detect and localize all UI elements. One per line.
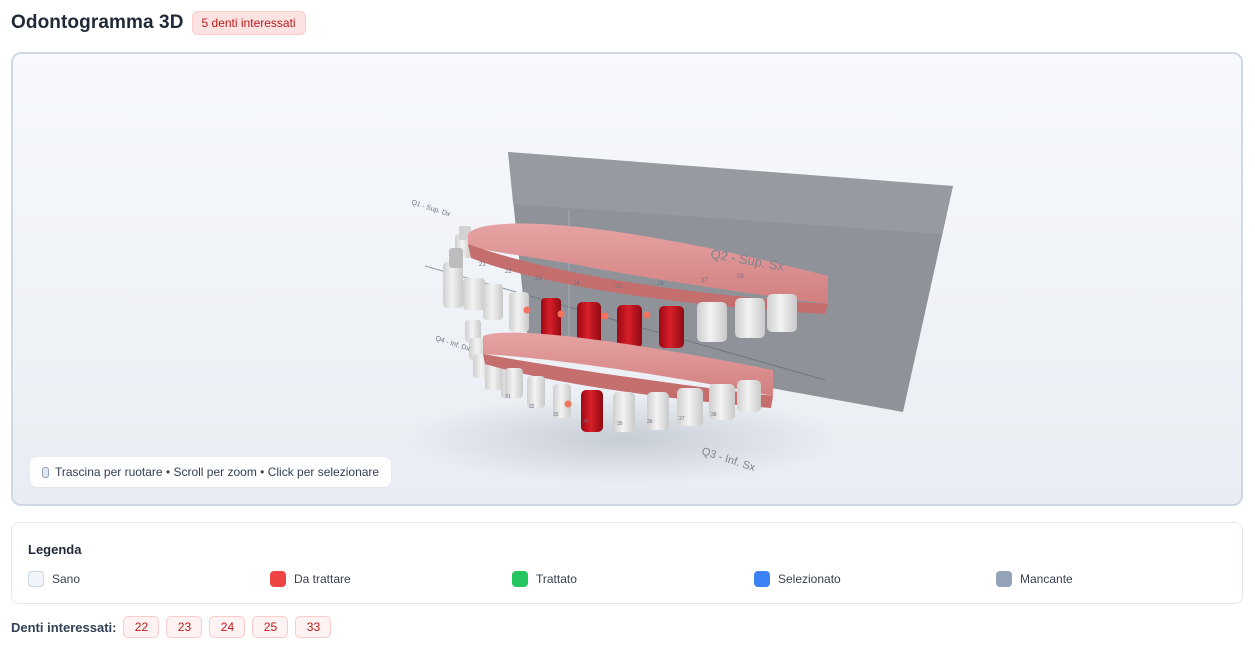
svg-text:28: 28 bbox=[737, 274, 744, 280]
swatch-icon bbox=[270, 571, 286, 587]
affected-teeth-label: Denti interessati: bbox=[11, 619, 117, 635]
legend-item-sano: Sano bbox=[28, 571, 80, 587]
swatch-icon bbox=[754, 571, 770, 587]
svg-text:34: 34 bbox=[583, 419, 589, 425]
odontogram-3d-viewer[interactable]: Q1 - Sup. Dx Q2 - Sup. Sx Q3 - Inf. Sx Q… bbox=[11, 52, 1243, 506]
legend-item-mancante: Mancante bbox=[996, 571, 1073, 587]
tooth-chip-33[interactable]: 33 bbox=[295, 616, 332, 638]
tooth-22 bbox=[541, 298, 561, 340]
dental-model-canvas[interactable]: Q1 - Sup. Dx Q2 - Sup. Sx Q3 - Inf. Sx Q… bbox=[13, 54, 1243, 506]
legend-label: Mancante bbox=[1020, 572, 1073, 586]
legend-item-trattato: Trattato bbox=[512, 571, 577, 587]
svg-text:33: 33 bbox=[553, 412, 559, 418]
swatch-icon bbox=[28, 571, 44, 587]
tooth-chip-22[interactable]: 22 bbox=[123, 616, 160, 638]
svg-text:21: 21 bbox=[479, 262, 486, 268]
interaction-hint: Trascina per ruotare • Scroll per zoom •… bbox=[30, 457, 392, 487]
affected-teeth-row: Denti interessati: 22 23 24 25 33 bbox=[11, 616, 332, 638]
interaction-hint-text: Trascina per ruotare • Scroll per zoom •… bbox=[55, 465, 380, 479]
svg-text:24: 24 bbox=[573, 281, 580, 287]
tooth-25 bbox=[659, 306, 684, 348]
svg-text:37: 37 bbox=[679, 416, 685, 422]
svg-text:26: 26 bbox=[657, 281, 664, 287]
tooth-chip-23[interactable]: 23 bbox=[166, 616, 203, 638]
svg-text:32: 32 bbox=[529, 404, 535, 410]
svg-text:23: 23 bbox=[535, 276, 542, 282]
legend-label: Selezionato bbox=[778, 572, 841, 586]
legend-item-selezionato: Selezionato bbox=[754, 571, 841, 587]
svg-text:36: 36 bbox=[647, 419, 653, 425]
swatch-icon bbox=[512, 571, 528, 587]
tooth-chip-24[interactable]: 24 bbox=[209, 616, 246, 638]
tooth-chip-25[interactable]: 25 bbox=[252, 616, 289, 638]
affected-count-badge: 5 denti interessati bbox=[191, 11, 306, 35]
svg-text:27: 27 bbox=[701, 278, 708, 284]
svg-text:35: 35 bbox=[617, 421, 623, 427]
legend-title: Legenda bbox=[28, 542, 82, 557]
svg-text:22: 22 bbox=[505, 269, 512, 275]
svg-text:38: 38 bbox=[711, 412, 717, 418]
svg-text:31: 31 bbox=[505, 394, 511, 400]
legend-label: Trattato bbox=[536, 572, 577, 586]
legend-label: Sano bbox=[52, 572, 81, 586]
swatch-icon bbox=[996, 571, 1012, 587]
mouse-icon bbox=[42, 466, 49, 478]
tooth-33 bbox=[581, 390, 603, 432]
legend-item-da-trattare: Da trattare bbox=[270, 571, 351, 587]
tooth-24 bbox=[617, 305, 642, 348]
svg-text:25: 25 bbox=[615, 284, 622, 290]
quadrant-label-q1: Q1 - Sup. Dx bbox=[410, 199, 451, 218]
legend-label: Da trattare bbox=[294, 572, 351, 586]
legend-panel: Legenda Sano Da trattare Trattato Selezi… bbox=[11, 522, 1243, 604]
page-title: Odontogramma 3D bbox=[11, 12, 184, 33]
page-header: Odontogramma 3D 5 denti interessati bbox=[11, 11, 306, 35]
